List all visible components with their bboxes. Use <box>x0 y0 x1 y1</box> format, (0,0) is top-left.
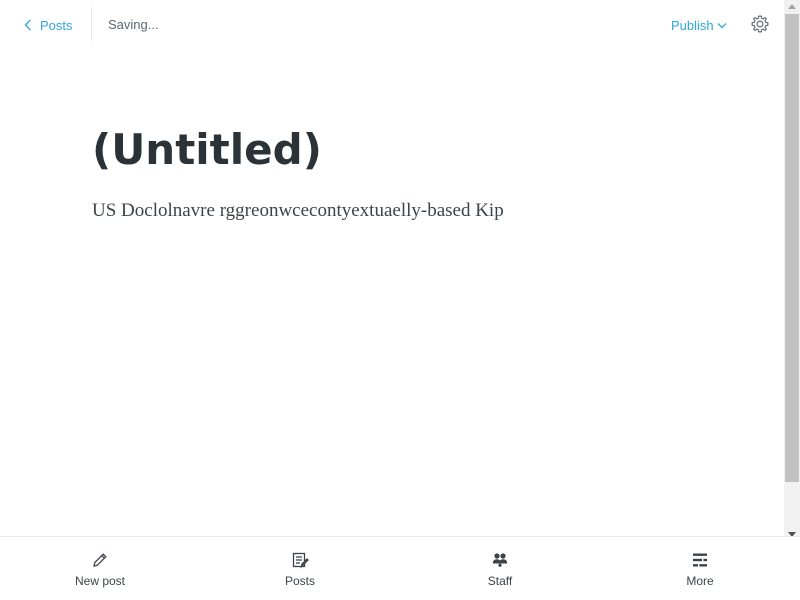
nav-item-more[interactable]: More <box>600 537 800 600</box>
bottom-nav: New post Posts Staff More <box>0 536 800 600</box>
topbar-divider <box>91 7 92 41</box>
publish-button[interactable]: Publish <box>671 16 727 34</box>
scrollbar[interactable] <box>784 0 800 600</box>
pencil-icon <box>93 553 107 567</box>
scroll-thumb[interactable] <box>785 14 799 482</box>
publish-label: Publish <box>671 17 714 33</box>
nav-item-posts[interactable]: Posts <box>200 537 400 600</box>
nav-label-posts: Posts <box>284 574 315 588</box>
post-body[interactable]: US Doclolnavre rggreonwcecontyextuaelly-… <box>92 198 504 224</box>
nav-item-staff[interactable]: Staff <box>400 537 600 600</box>
staff-icon <box>492 553 508 567</box>
more-icon <box>693 553 707 567</box>
gear-icon <box>751 15 769 33</box>
nav-item-new-post[interactable]: New post <box>0 537 200 600</box>
top-bar: Posts Saving... Publish <box>0 0 784 50</box>
back-to-posts-link[interactable]: Posts <box>24 16 73 34</box>
nav-label-new-post: New post <box>74 574 126 588</box>
save-status: Saving... <box>108 17 159 32</box>
editor-app: Posts Saving... Publish (Untitled) US Do… <box>0 0 800 600</box>
chevron-left-icon <box>24 19 31 31</box>
scroll-up-arrow[interactable] <box>788 4 796 9</box>
chevron-down-icon <box>717 22 727 28</box>
back-link-label: Posts <box>40 17 73 33</box>
posts-icon <box>292 552 309 569</box>
settings-button[interactable] <box>750 14 770 34</box>
nav-label-staff: Staff <box>487 574 513 588</box>
post-title[interactable]: (Untitled) <box>92 122 322 178</box>
nav-label-more: More <box>686 574 714 588</box>
